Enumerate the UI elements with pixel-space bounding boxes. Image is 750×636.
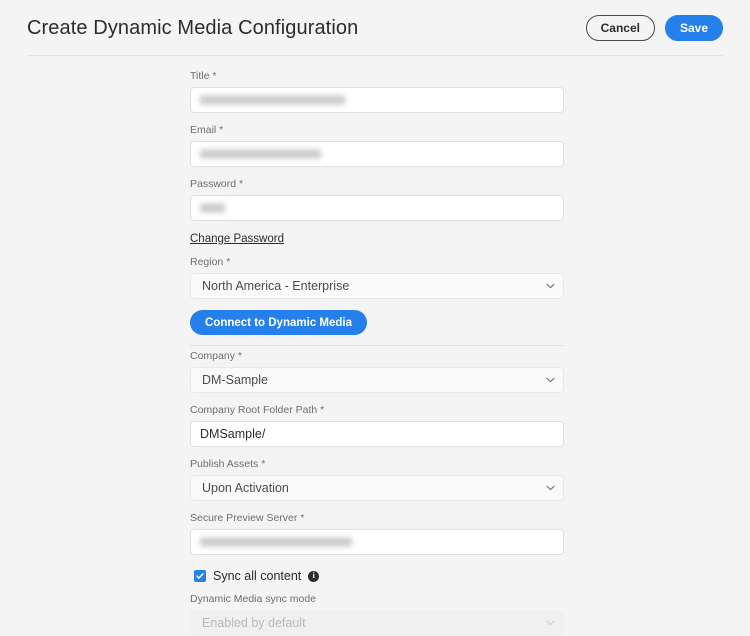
region-select[interactable]: North America - Enterprise xyxy=(190,273,564,299)
field-email: Email * xyxy=(190,124,564,167)
publish-assets-label: Publish Assets * xyxy=(190,458,266,470)
email-input[interactable] xyxy=(190,141,564,167)
field-company: Company * DM-Sample xyxy=(190,350,564,393)
page-header: Create Dynamic Media Configuration Cance… xyxy=(0,0,750,56)
info-icon[interactable]: i xyxy=(308,570,320,582)
company-label: Company * xyxy=(190,350,242,362)
dynamic-media-sync-mode-label: Dynamic Media sync mode xyxy=(190,593,317,605)
password-label: Password * xyxy=(190,178,244,190)
company-root-folder-path-input[interactable] xyxy=(190,421,564,447)
company-root-folder-path-label: Company Root Folder Path * xyxy=(190,404,325,416)
company-select-wrapper: DM-Sample xyxy=(190,367,564,393)
title-input-wrapper xyxy=(190,87,564,113)
header-actions: Cancel Save xyxy=(585,15,723,41)
email-label: Email * xyxy=(190,124,224,136)
region-select-wrapper: North America - Enterprise xyxy=(190,273,564,299)
secure-preview-server-input-wrapper xyxy=(190,529,564,555)
cancel-button[interactable]: Cancel xyxy=(585,15,655,41)
email-input-wrapper xyxy=(190,141,564,167)
title-label: Title * xyxy=(190,70,217,82)
secure-preview-server-input[interactable] xyxy=(190,529,564,555)
secure-preview-server-label: Secure Preview Server * xyxy=(190,512,305,524)
change-password-link[interactable]: Change Password xyxy=(190,233,284,245)
field-secure-preview-server: Secure Preview Server * xyxy=(190,512,564,555)
field-title: Title * xyxy=(190,70,564,113)
dynamic-media-sync-mode-select-wrapper: Enabled by default xyxy=(190,610,564,636)
connect-to-dynamic-media-button[interactable]: Connect to Dynamic Media xyxy=(190,310,367,335)
connect-row: Connect to Dynamic Media xyxy=(190,310,564,335)
header-divider xyxy=(27,55,723,56)
field-password: Password * xyxy=(190,178,564,221)
change-password-row: Change Password xyxy=(190,229,564,247)
password-input-wrapper xyxy=(190,195,564,221)
dynamic-media-configuration-form: Title * Email * Password * Change Passwo… xyxy=(190,70,564,636)
sync-all-content-label[interactable]: Sync all content xyxy=(213,569,301,583)
region-label: Region * xyxy=(190,256,231,268)
field-company-root-folder-path: Company Root Folder Path * xyxy=(190,404,564,447)
sync-all-content-checkbox[interactable] xyxy=(194,570,206,582)
field-region: Region * North America - Enterprise xyxy=(190,256,564,299)
publish-assets-select-wrapper: Upon Activation xyxy=(190,475,564,501)
dynamic-media-sync-mode-select: Enabled by default xyxy=(190,610,564,636)
save-button[interactable]: Save xyxy=(664,15,723,41)
field-publish-assets: Publish Assets * Upon Activation xyxy=(190,458,564,501)
form-container: Title * Email * Password * Change Passwo… xyxy=(0,56,750,636)
password-input[interactable] xyxy=(190,195,564,221)
company-select[interactable]: DM-Sample xyxy=(190,367,564,393)
publish-assets-select[interactable]: Upon Activation xyxy=(190,475,564,501)
page-title: Create Dynamic Media Configuration xyxy=(27,16,359,39)
field-dynamic-media-sync-mode: Dynamic Media sync mode Enabled by defau… xyxy=(190,593,564,636)
company-section-divider xyxy=(190,345,564,346)
title-input[interactable] xyxy=(190,87,564,113)
sync-all-content-row: Sync all content i xyxy=(194,569,564,583)
